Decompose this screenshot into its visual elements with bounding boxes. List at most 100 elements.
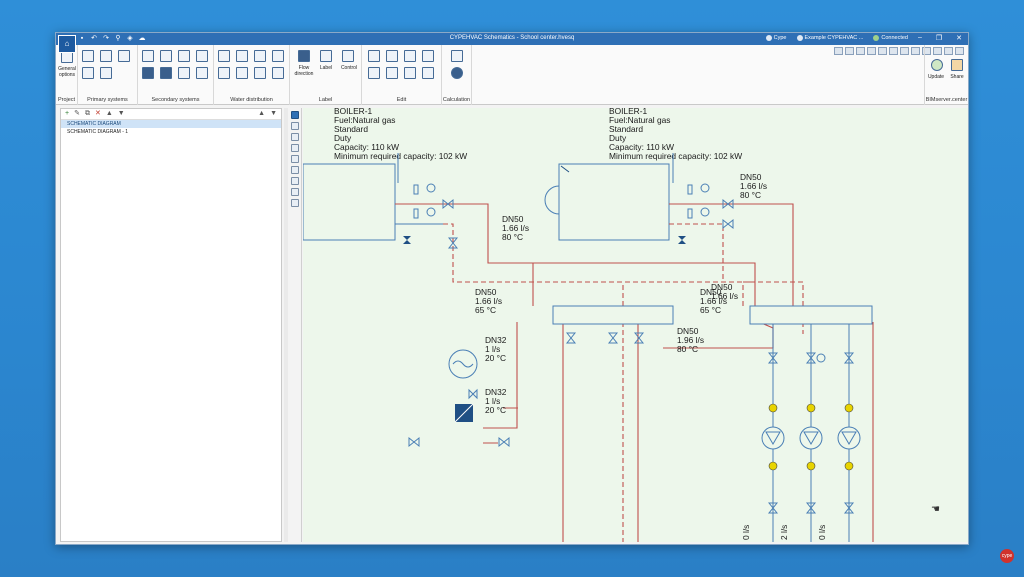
control-icon[interactable] (342, 50, 354, 62)
grid-icon[interactable] (290, 122, 299, 130)
measure-icon[interactable] (290, 166, 299, 174)
copy-icon[interactable]: ⧉ (85, 110, 90, 118)
view-tool-icon[interactable] (878, 47, 887, 55)
fitting-icon[interactable] (254, 50, 266, 62)
view-toolbar (288, 108, 302, 542)
sort-down-icon[interactable]: ▼ (270, 110, 277, 118)
strainer-icon[interactable] (272, 67, 284, 79)
three-way-valve-icon[interactable] (236, 67, 248, 79)
update-icon[interactable] (931, 59, 943, 71)
safety-valve-icon[interactable] (403, 236, 411, 244)
terminal-icon[interactable] (178, 67, 190, 79)
layers-icon[interactable] (290, 144, 299, 152)
sort-up-icon[interactable]: ▲ (258, 110, 265, 118)
boiler-icon[interactable] (82, 50, 94, 62)
ahu-icon[interactable] (178, 50, 190, 62)
label-icon[interactable] (320, 50, 332, 62)
view-tool-icon[interactable] (856, 47, 865, 55)
heat-pump-icon[interactable] (118, 50, 130, 62)
view-tool-icon[interactable] (889, 47, 898, 55)
tank-icon[interactable] (82, 67, 94, 79)
duct-icon[interactable] (196, 50, 208, 62)
pipe-label: DN50 1.66 l/s (711, 282, 738, 301)
pipe-icon[interactable] (272, 50, 284, 62)
ribbon-group-label: Secondary systems (151, 97, 200, 103)
control-button[interactable]: Control (336, 65, 362, 71)
view-tool-icon[interactable] (867, 47, 876, 55)
valve-icon[interactable] (236, 50, 248, 62)
chiller-icon[interactable] (100, 50, 112, 62)
title-bar: ▪ ↶ ↷ ⚲ ◈ ☁ CYPEHVAC Schematics - School… (56, 33, 968, 45)
project-link[interactable]: Example CYPEHVAC ... (796, 35, 863, 41)
unit-icon[interactable] (142, 50, 154, 62)
floor-heating-icon[interactable] (160, 67, 172, 79)
minimize-icon[interactable]: – (918, 34, 922, 42)
boiler-2-body[interactable] (558, 163, 670, 241)
share-icon[interactable] (951, 59, 963, 71)
boiler-2-label: BOILER-1 Fuel:Natural gas Standard Duty … (609, 108, 742, 161)
scale-icon[interactable] (404, 67, 416, 79)
check-valve-icon[interactable] (254, 67, 266, 79)
view-tool-icon[interactable] (834, 47, 843, 55)
ribbon-group-bimserver: Update Share BIMserver.center (924, 45, 968, 105)
move-up-icon[interactable]: ▲ (106, 110, 113, 118)
svg-text:65 °C: 65 °C (475, 305, 496, 315)
view-tool-icon[interactable] (911, 47, 920, 55)
edit-icon[interactable] (386, 67, 398, 79)
tree-toolbar: + ✎ ⧉ ✕ ▲ ▼ ▲ ▼ (61, 109, 281, 120)
edit-icon[interactable]: ✎ (74, 110, 80, 118)
label-button[interactable]: Label (316, 65, 336, 71)
gauge-icon[interactable] (218, 67, 230, 79)
distributor-header[interactable] (749, 305, 873, 325)
flow-direction-icon[interactable] (298, 50, 310, 62)
table-icon[interactable] (290, 155, 299, 163)
valves (408, 198, 855, 514)
calculate-icon[interactable] (451, 50, 463, 62)
rotate-icon[interactable] (422, 50, 434, 62)
brush-icon[interactable] (422, 67, 434, 79)
fancoil-icon[interactable] (160, 50, 172, 62)
emitter-icon[interactable] (196, 67, 208, 79)
share-button[interactable]: Share (946, 74, 968, 80)
ribbon-group-water-distribution: Water distribution (214, 45, 290, 105)
ribbon-group-label: Flow direction Label Control Label (290, 45, 362, 105)
select-icon[interactable] (290, 111, 299, 119)
zoom-icon[interactable] (290, 177, 299, 185)
svg-text:65 °C: 65 °C (700, 305, 721, 315)
maximize-icon[interactable]: ❐ (936, 34, 942, 42)
collector-header[interactable] (552, 305, 674, 325)
schematic-tree-panel: + ✎ ⧉ ✕ ▲ ▼ ▲ ▼ SCHEMATIC DIAGRAM SCHEMA… (60, 108, 282, 542)
expansion-tank-wave (452, 360, 474, 368)
snap-icon[interactable] (290, 133, 299, 141)
view-tool-icon[interactable] (845, 47, 854, 55)
cancel-icon[interactable] (451, 67, 463, 79)
boiler-min-capacity: Minimum required capacity: 102 kW (334, 151, 467, 161)
print-icon[interactable] (290, 188, 299, 196)
move-down-icon[interactable]: ▼ (118, 110, 125, 118)
pencil-icon[interactable] (368, 50, 380, 62)
schematic-canvas[interactable]: BOILER-1 Fuel:Natural gas Standard Duty … (303, 108, 968, 542)
settings-icon[interactable] (290, 199, 299, 207)
add-icon[interactable]: + (65, 110, 69, 118)
connected-icon (873, 35, 880, 41)
tree-item-schematic-diagram-1[interactable]: SCHEMATIC DIAGRAM - 1 (61, 128, 281, 136)
tree-item-schematic-diagram[interactable]: SCHEMATIC DIAGRAM (61, 120, 281, 128)
update-button[interactable]: Update (925, 74, 947, 80)
close-icon[interactable]: ✕ (956, 34, 962, 42)
copy-icon[interactable] (386, 50, 398, 62)
boiler-1-body[interactable] (303, 163, 396, 241)
pipe-label: DN50 1.66 l/s 80 °C (502, 214, 529, 242)
app-logo-icon[interactable]: ⌂ (58, 35, 76, 53)
radiator-icon[interactable] (142, 67, 154, 79)
safety-valve-icon[interactable] (678, 236, 686, 244)
connect-icon[interactable] (368, 67, 380, 79)
move-icon[interactable] (404, 50, 416, 62)
exchanger-icon[interactable] (100, 67, 112, 79)
general-options-button[interactable]: General options (56, 66, 78, 78)
cype-account[interactable]: Cype (765, 35, 787, 41)
connection-status[interactable]: Connected (873, 35, 908, 41)
delete-icon[interactable]: ✕ (95, 110, 101, 118)
view-tool-icon[interactable] (900, 47, 909, 55)
flow-direction-button[interactable]: Flow direction (290, 65, 318, 77)
pump-icon[interactable] (218, 50, 230, 62)
